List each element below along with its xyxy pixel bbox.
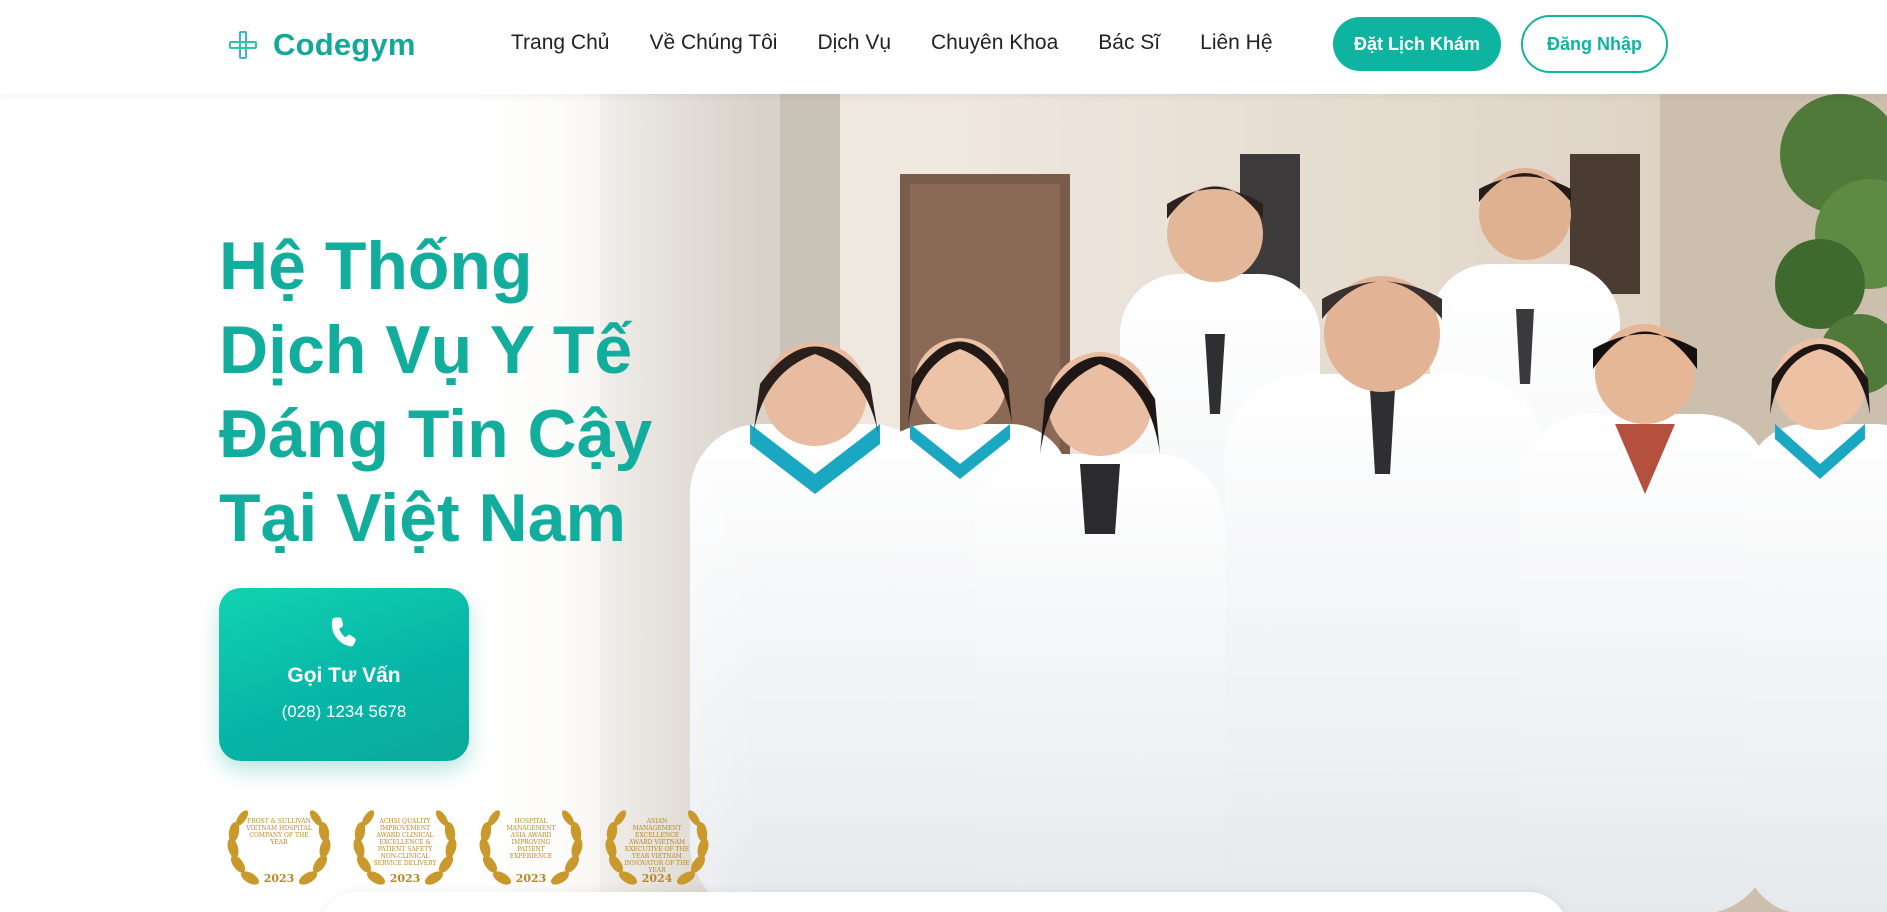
award-year: 2024	[641, 872, 673, 885]
award-badge: ASIAN MANAGEMENT EXCELLENCE AWARD VIETNA…	[600, 802, 714, 898]
award-text: FROST & SULLIVAN VIETNAM HOSPITAL COMPAN…	[246, 818, 312, 846]
nav-item-about[interactable]: Về Chúng Tôi	[649, 31, 777, 55]
award-badge: HOSPITAL MANAGEMENT ASIA AWARD IMPROVING…	[474, 802, 588, 898]
hero-title-line: Hệ Thống	[219, 228, 533, 304]
main-nav: Trang Chủ Về Chúng Tôi Dịch Vụ Chuyên Kh…	[511, 31, 1273, 55]
hero-title-line: Tại Việt Nam	[219, 480, 626, 556]
hero-title-line: Đáng Tin Cậy	[219, 396, 653, 472]
award-year: 2023	[515, 872, 547, 885]
award-text: ACHSI QUALITY IMPROVEMENT AWARD CLINICAL…	[373, 818, 437, 867]
site-header: Codegym Trang Chủ Về Chúng Tôi Dịch Vụ C…	[0, 0, 1887, 94]
call-consult-button[interactable]: Gọi Tư Vấn (028) 1234 5678	[219, 588, 469, 761]
nav-item-doctors[interactable]: Bác Sĩ	[1098, 31, 1160, 55]
hero-section: Hệ Thống Dịch Vụ Y Tế Đáng Tin Cậy Tại V…	[0, 94, 1887, 912]
awards-row: FROST & SULLIVAN VIETNAM HOSPITAL COMPAN…	[222, 802, 714, 898]
call-phone-number: (028) 1234 5678	[281, 702, 407, 721]
nav-item-specialties[interactable]: Chuyên Khoa	[931, 31, 1058, 55]
login-button[interactable]: Đăng Nhập	[1521, 15, 1668, 73]
award-year: 2023	[389, 872, 421, 885]
content-card-top	[318, 892, 1568, 912]
award-badge: FROST & SULLIVAN VIETNAM HOSPITAL COMPAN…	[222, 802, 336, 898]
nav-item-contact[interactable]: Liên Hệ	[1200, 31, 1272, 55]
book-appointment-button[interactable]: Đặt Lịch Khám	[1333, 17, 1501, 71]
medical-cross-icon	[229, 31, 257, 59]
hero-title: Hệ Thống Dịch Vụ Y Tế Đáng Tin Cậy Tại V…	[219, 224, 739, 560]
call-label: Gọi Tư Vấn	[287, 664, 401, 687]
logo[interactable]: Codegym	[229, 27, 416, 63]
phone-icon	[331, 617, 356, 647]
logo-text: Codegym	[273, 27, 416, 62]
award-badge: ACHSI QUALITY IMPROVEMENT AWARD CLINICAL…	[348, 802, 462, 898]
hero-title-line: Dịch Vụ Y Tế	[219, 312, 633, 388]
nav-item-home[interactable]: Trang Chủ	[511, 31, 609, 55]
nav-item-services[interactable]: Dịch Vụ	[817, 31, 891, 55]
award-year: 2023	[263, 872, 295, 885]
award-text: ASIAN MANAGEMENT EXCELLENCE AWARD VIETNA…	[624, 818, 690, 874]
award-text: HOSPITAL MANAGEMENT ASIA AWARD IMPROVING…	[506, 818, 556, 860]
